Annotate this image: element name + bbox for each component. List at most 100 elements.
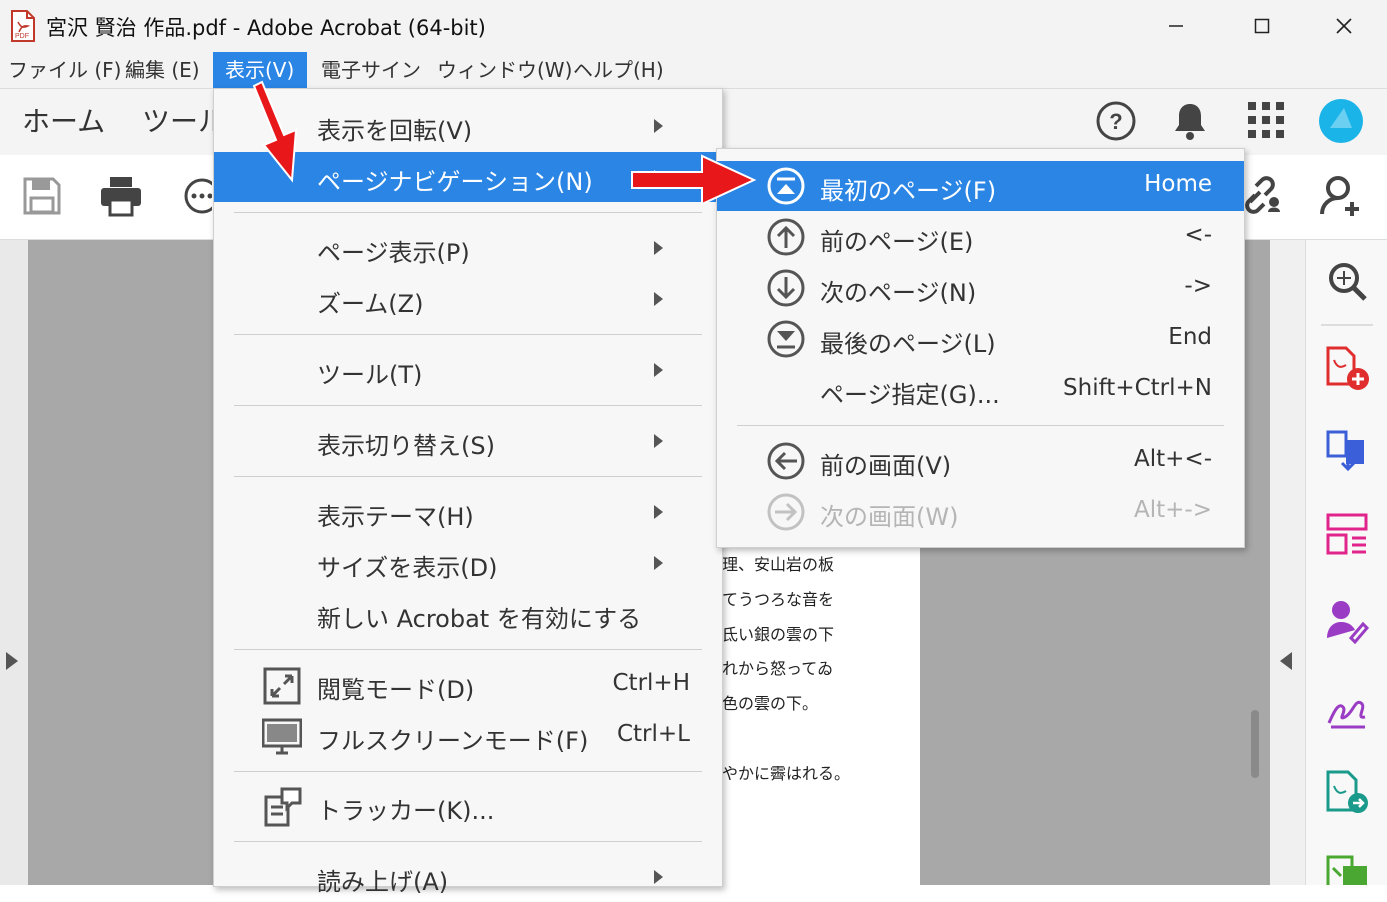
menu-separator bbox=[234, 405, 702, 406]
more-icon[interactable] bbox=[182, 176, 220, 216]
first-page-icon bbox=[766, 166, 806, 206]
submenu-item-shortcut: -> bbox=[1184, 273, 1212, 299]
fill-sign-icon[interactable] bbox=[1325, 685, 1371, 731]
collapse-right-panel-icon[interactable] bbox=[1280, 652, 1292, 670]
compress-icon[interactable] bbox=[1325, 854, 1371, 885]
menu-item-label: 表示切り替え(S) bbox=[317, 432, 495, 460]
add-user-icon[interactable] bbox=[1318, 174, 1364, 220]
previous-page-icon bbox=[766, 217, 806, 257]
export-pdf-icon[interactable] bbox=[1325, 770, 1371, 816]
menu-item-label: ページ表示(P) bbox=[317, 239, 470, 267]
expand-left-panel-icon[interactable] bbox=[6, 652, 18, 670]
menu-file[interactable]: ファイル (F) bbox=[2, 52, 127, 88]
bell-icon[interactable] bbox=[1170, 99, 1210, 143]
submenu-item-shortcut: <- bbox=[1184, 222, 1212, 248]
link-icon[interactable] bbox=[1242, 174, 1286, 218]
submenu-item-first-page[interactable]: 最初のページ(F) Home bbox=[717, 161, 1244, 211]
menu-help[interactable]: ヘルプ(H) bbox=[567, 52, 670, 88]
maximize-button[interactable] bbox=[1219, 0, 1305, 52]
scrollbar-thumb[interactable] bbox=[1251, 710, 1259, 778]
menu-item-show-hide[interactable]: 表示切り替え(S) bbox=[214, 416, 722, 466]
submenu-arrow-icon bbox=[654, 556, 663, 570]
submenu-arrow-icon bbox=[654, 241, 663, 255]
minimize-icon bbox=[1169, 25, 1183, 27]
print-icon[interactable] bbox=[99, 174, 143, 218]
menu-item-enable-new-acrobat[interactable]: 新しい Acrobat を有効にする bbox=[214, 589, 722, 639]
doc-line: 色の雲の下。 bbox=[722, 694, 819, 713]
menu-item-shortcut: Ctrl+H bbox=[612, 670, 691, 696]
last-page-icon bbox=[766, 319, 806, 359]
pdf-file-icon: PDF bbox=[10, 10, 36, 42]
annotation-arrow-right bbox=[631, 154, 757, 206]
page-navigation-submenu: 最初のページ(F) Home 前のページ(E) <- 次のページ(N) -> 最… bbox=[716, 148, 1245, 548]
menu-edit[interactable]: 編集 (E) bbox=[119, 52, 206, 88]
svg-text:PDF: PDF bbox=[15, 33, 29, 40]
submenu-item-previous-view[interactable]: 前の画面(V) Alt+<- bbox=[717, 436, 1244, 486]
menu-item-read-aloud[interactable]: 読み上げ(A) bbox=[214, 852, 722, 902]
save-icon[interactable] bbox=[22, 176, 62, 216]
tracker-icon bbox=[262, 787, 302, 827]
minimize-button[interactable] bbox=[1133, 0, 1219, 52]
zoom-search-icon[interactable] bbox=[1327, 261, 1369, 303]
apps-grid-icon[interactable] bbox=[1247, 101, 1285, 139]
svg-text:?: ? bbox=[1109, 109, 1122, 134]
submenu-item-shortcut: Shift+Ctrl+N bbox=[1063, 375, 1212, 401]
submenu-arrow-icon bbox=[654, 363, 663, 377]
left-panel-strip bbox=[0, 240, 28, 885]
request-signature-icon[interactable] bbox=[1325, 598, 1371, 645]
create-pdf-icon[interactable] bbox=[1325, 346, 1371, 392]
submenu-item-label: 前の画面(V) bbox=[820, 452, 952, 480]
menu-item-page-display[interactable]: ページ表示(P) bbox=[214, 223, 722, 273]
panel-divider bbox=[1321, 324, 1373, 326]
menu-item-reading-mode[interactable]: 閲覧モード(D) Ctrl+H bbox=[214, 660, 722, 710]
submenu-item-go-to-page[interactable]: ページ指定(G)... Shift+Ctrl+N bbox=[717, 365, 1244, 415]
submenu-item-last-page[interactable]: 最後のページ(L) End bbox=[717, 314, 1244, 364]
menu-separator bbox=[234, 649, 702, 650]
submenu-item-shortcut: Alt+<- bbox=[1134, 446, 1212, 472]
menu-item-label: 新しい Acrobat を有効にする bbox=[317, 605, 642, 633]
doc-line: れから怒ってゐ bbox=[722, 659, 834, 678]
organize-pages-icon[interactable] bbox=[1325, 512, 1371, 558]
menu-bar bbox=[0, 52, 1387, 88]
submenu-separator bbox=[737, 425, 1224, 426]
help-icon[interactable]: ? bbox=[1094, 99, 1138, 143]
fullscreen-icon bbox=[261, 717, 303, 757]
submenu-item-label: 次の画面(W) bbox=[820, 503, 959, 531]
menu-separator bbox=[234, 771, 702, 772]
menu-item-display-theme[interactable]: 表示テーマ(H) bbox=[214, 487, 722, 537]
submenu-item-previous-page[interactable]: 前のページ(E) <- bbox=[717, 212, 1244, 262]
submenu-arrow-icon bbox=[654, 434, 663, 448]
menu-separator bbox=[234, 334, 702, 335]
menu-window[interactable]: ウィンドウ(W) bbox=[431, 52, 578, 88]
menu-item-tools[interactable]: ツール(T) bbox=[214, 345, 722, 395]
menu-item-shortcut: Ctrl+L bbox=[616, 721, 690, 747]
submenu-arrow-icon bbox=[654, 505, 663, 519]
menu-item-label: 読み上げ(A) bbox=[317, 868, 449, 896]
next-page-icon bbox=[766, 268, 806, 308]
maximize-icon bbox=[1254, 18, 1270, 34]
submenu-item-label: 最初のページ(F) bbox=[820, 177, 997, 205]
submenu-item-next-page[interactable]: 次のページ(N) -> bbox=[717, 263, 1244, 313]
menu-item-display-size[interactable]: サイズを表示(D) bbox=[214, 538, 722, 588]
submenu-arrow-icon bbox=[654, 119, 663, 133]
menu-e-sign[interactable]: 電子サイン bbox=[315, 52, 427, 88]
menu-item-label: 閲覧モード(D) bbox=[317, 676, 475, 704]
profile-icon[interactable] bbox=[1318, 98, 1364, 144]
menu-item-fullscreen-mode[interactable]: フルスクリーンモード(F) Ctrl+L bbox=[214, 711, 722, 761]
menu-item-label: トラッカー(K)... bbox=[317, 797, 495, 825]
menu-item-zoom[interactable]: ズーム(Z) bbox=[214, 274, 722, 324]
submenu-item-label: 前のページ(E) bbox=[820, 228, 974, 256]
doc-line: 氐い銀の雲の下 bbox=[722, 625, 835, 644]
submenu-item-label: 最後のページ(L) bbox=[820, 330, 996, 358]
submenu-item-shortcut: End bbox=[1168, 324, 1212, 350]
menu-item-tracker[interactable]: トラッカー(K)... bbox=[214, 781, 722, 831]
combine-files-icon[interactable] bbox=[1325, 428, 1371, 474]
right-gutter bbox=[1270, 240, 1305, 885]
submenu-item-shortcut: Alt+-> bbox=[1134, 497, 1212, 523]
tab-home[interactable]: ホーム bbox=[22, 100, 105, 140]
menu-separator bbox=[234, 212, 702, 213]
menu-item-label: サイズを表示(D) bbox=[317, 554, 498, 582]
close-button[interactable] bbox=[1301, 0, 1387, 52]
submenu-item-label: ページ指定(G)... bbox=[820, 381, 1000, 409]
menu-separator bbox=[234, 841, 702, 842]
